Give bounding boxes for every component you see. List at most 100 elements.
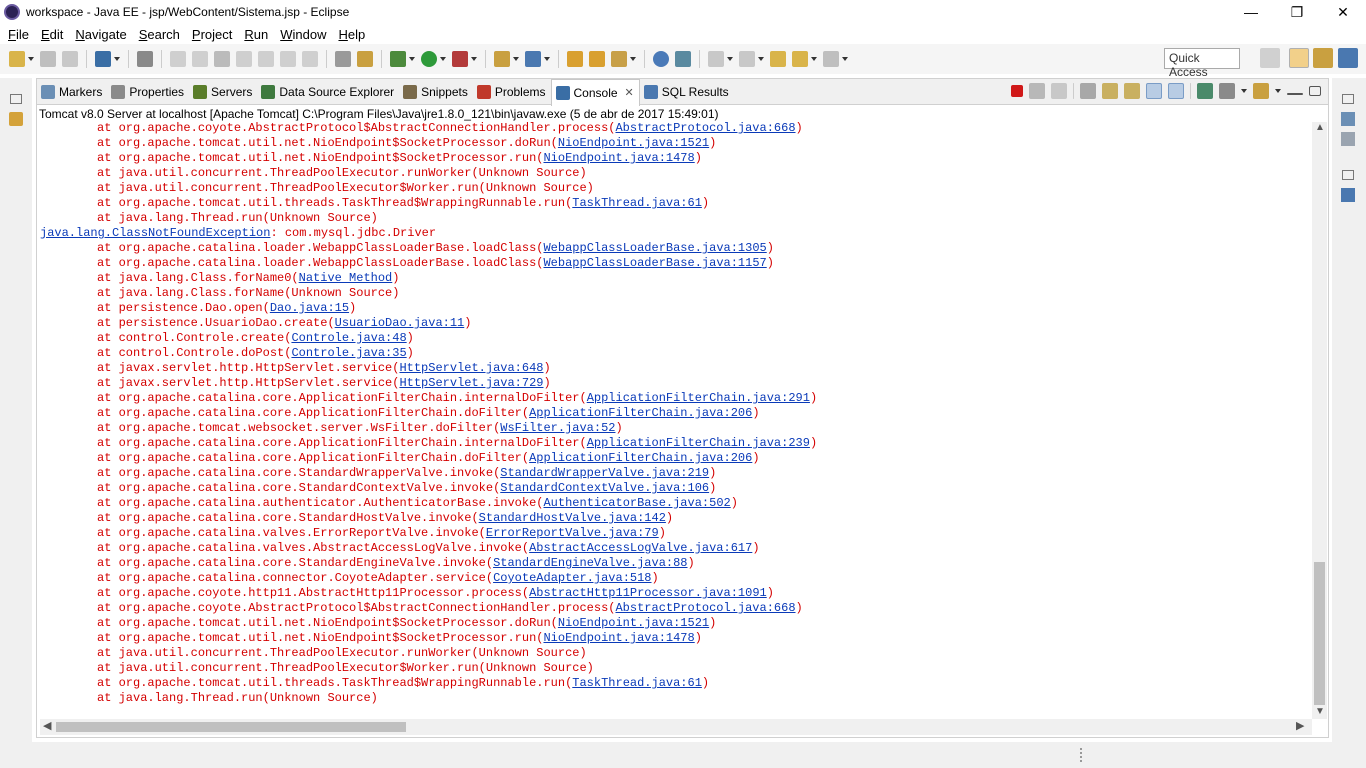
terminate-icon[interactable] <box>214 51 230 67</box>
source-link[interactable]: StandardEngineValve.java:88 <box>493 556 687 570</box>
task-list-icon[interactable] <box>1341 132 1355 146</box>
source-link[interactable]: CoyoteAdapter.java:518 <box>493 571 651 585</box>
minimize-view-icon[interactable] <box>1287 93 1303 95</box>
project-explorer-icon[interactable] <box>9 112 23 126</box>
source-link[interactable]: NioEndpoint.java:1478 <box>543 631 694 645</box>
menu-project[interactable]: Project <box>186 27 238 42</box>
source-link[interactable]: StandardWrapperValve.java:219 <box>500 466 709 480</box>
skip-breakpoints-icon[interactable] <box>137 51 153 67</box>
tab-sql-results[interactable]: SQL Results <box>640 79 734 105</box>
web-browser-icon[interactable] <box>653 51 669 67</box>
resume-icon[interactable] <box>170 51 186 67</box>
search-dropdown-icon[interactable] <box>630 57 636 61</box>
terminate-icon[interactable] <box>1011 85 1023 97</box>
open-type-icon[interactable] <box>567 51 583 67</box>
source-link[interactable]: AbstractHttp11Processor.java:1091 <box>529 586 767 600</box>
source-link[interactable]: StandardHostValve.java:142 <box>479 511 666 525</box>
source-link[interactable]: HttpServlet.java:729 <box>399 376 543 390</box>
new-java-project-icon[interactable] <box>494 51 510 67</box>
source-link[interactable]: TaskThread.java:61 <box>572 196 702 210</box>
run-icon[interactable] <box>421 51 437 67</box>
remove-all-terminated-icon[interactable] <box>1051 83 1067 99</box>
previous-annotation-icon[interactable] <box>739 51 755 67</box>
menu-navigate[interactable]: Navigate <box>69 27 132 42</box>
minimize-button[interactable]: — <box>1228 0 1274 24</box>
tab-data-source-explorer[interactable]: Data Source Explorer <box>257 79 399 105</box>
source-link[interactable]: StandardContextValve.java:106 <box>500 481 709 495</box>
previous-annotation-dropdown-icon[interactable] <box>758 57 764 61</box>
source-link[interactable]: Controle.java:48 <box>291 331 406 345</box>
open-console-dropdown-icon[interactable] <box>1275 89 1281 93</box>
menu-help[interactable]: Help <box>332 27 371 42</box>
scroll-left-icon[interactable]: ◀ <box>43 719 51 732</box>
external-tools-dropdown-icon[interactable] <box>471 57 477 61</box>
back-icon[interactable] <box>792 51 808 67</box>
remove-launch-icon[interactable] <box>1029 83 1045 99</box>
source-link[interactable]: NioEndpoint.java:1478 <box>543 151 694 165</box>
source-link[interactable]: ApplicationFilterChain.java:291 <box>587 391 810 405</box>
toggle-mark-occurrences-icon[interactable] <box>675 51 691 67</box>
external-tools-icon[interactable] <box>452 51 468 67</box>
new-class-dropdown-icon[interactable] <box>544 57 550 61</box>
step-into-icon[interactable] <box>258 51 274 67</box>
new-class-icon[interactable] <box>525 51 541 67</box>
source-link[interactable]: Controle.java:35 <box>291 346 406 360</box>
menu-run[interactable]: Run <box>238 27 274 42</box>
next-annotation-icon[interactable] <box>708 51 724 67</box>
menu-file[interactable]: File <box>2 27 35 42</box>
source-link[interactable]: java.lang.ClassNotFoundException <box>40 226 270 240</box>
tab-servers[interactable]: Servers <box>189 79 257 105</box>
forward-dropdown-icon[interactable] <box>842 57 848 61</box>
source-link[interactable]: ErrorReportValve.java:79 <box>486 526 659 540</box>
disconnect-icon[interactable] <box>236 51 252 67</box>
show-on-stderr-icon[interactable] <box>1168 83 1184 99</box>
source-link[interactable]: AbstractAccessLogValve.java:617 <box>529 541 752 555</box>
java-perspective-icon[interactable] <box>1313 48 1333 68</box>
source-link[interactable]: Dao.java:15 <box>270 301 349 315</box>
source-link[interactable]: ApplicationFilterChain.java:206 <box>529 451 752 465</box>
display-selected-console-icon[interactable] <box>1219 83 1235 99</box>
maximize-button[interactable]: ❐ <box>1274 0 1320 24</box>
next-annotation-dropdown-icon[interactable] <box>727 57 733 61</box>
run-dropdown-icon[interactable] <box>440 57 446 61</box>
show-on-stdout-icon[interactable] <box>1146 83 1162 99</box>
new-dropdown-icon[interactable] <box>28 57 34 61</box>
debug-dropdown-icon[interactable] <box>409 57 415 61</box>
tab-problems[interactable]: Problems <box>473 79 551 105</box>
vertical-scrollbar[interactable]: ▲ ▼ <box>1312 122 1327 719</box>
open-console-icon[interactable] <box>1253 83 1269 99</box>
source-link[interactable]: WebappClassLoaderBase.java:1157 <box>543 256 766 270</box>
scroll-right-icon[interactable]: ▶ <box>1296 719 1304 732</box>
source-link[interactable]: HttpServlet.java:648 <box>399 361 543 375</box>
menu-window[interactable]: Window <box>274 27 332 42</box>
source-link[interactable]: AbstractProtocol.java:668 <box>615 601 795 615</box>
restore-icon[interactable] <box>1342 170 1354 180</box>
console-dropdown-icon[interactable] <box>114 57 120 61</box>
source-link[interactable]: ApplicationFilterChain.java:239 <box>587 436 810 450</box>
tab-markers[interactable]: Markers <box>37 79 107 105</box>
source-link[interactable]: WsFilter.java:52 <box>500 421 615 435</box>
palette-icon[interactable] <box>1341 188 1355 202</box>
step-return-icon[interactable] <box>302 51 318 67</box>
scroll-up-icon[interactable]: ▲ <box>1315 122 1325 133</box>
quick-access-input[interactable]: Quick Access <box>1164 48 1240 79</box>
display-console-dropdown-icon[interactable] <box>1241 89 1247 93</box>
source-link[interactable]: TaskThread.java:61 <box>572 676 702 690</box>
scroll-down-icon[interactable]: ▼ <box>1315 706 1325 717</box>
outline-icon[interactable] <box>1341 112 1355 126</box>
scroll-lock-icon[interactable] <box>1102 83 1118 99</box>
tab-properties[interactable]: Properties <box>107 79 189 105</box>
source-link[interactable]: WebappClassLoaderBase.java:1305 <box>543 241 766 255</box>
menu-search[interactable]: Search <box>133 27 186 42</box>
search-tool-icon[interactable] <box>611 51 627 67</box>
new-icon[interactable] <box>9 51 25 67</box>
source-link[interactable]: AbstractProtocol.java:668 <box>615 121 795 135</box>
open-resource-icon[interactable] <box>589 51 605 67</box>
new-project-dropdown-icon[interactable] <box>513 57 519 61</box>
save-icon[interactable] <box>40 51 56 67</box>
save-all-icon[interactable] <box>62 51 78 67</box>
close-button[interactable]: ✕ <box>1320 0 1366 24</box>
source-link[interactable]: NioEndpoint.java:1521 <box>558 136 709 150</box>
debug-icon[interactable] <box>390 51 406 67</box>
use-step-filters-icon[interactable] <box>335 51 351 67</box>
